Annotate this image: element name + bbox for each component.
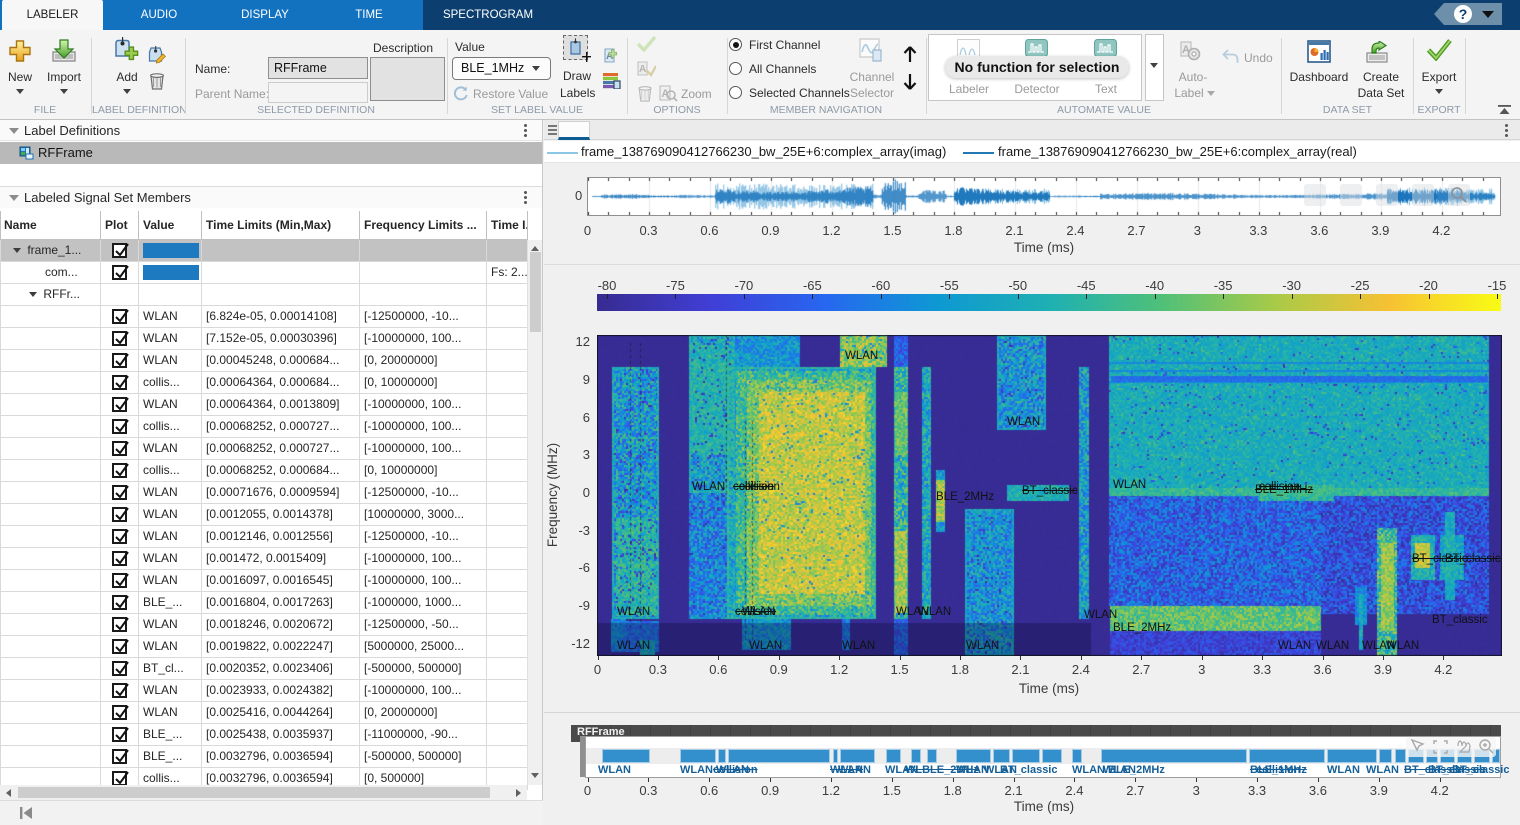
svg-text:A: A bbox=[639, 64, 646, 75]
